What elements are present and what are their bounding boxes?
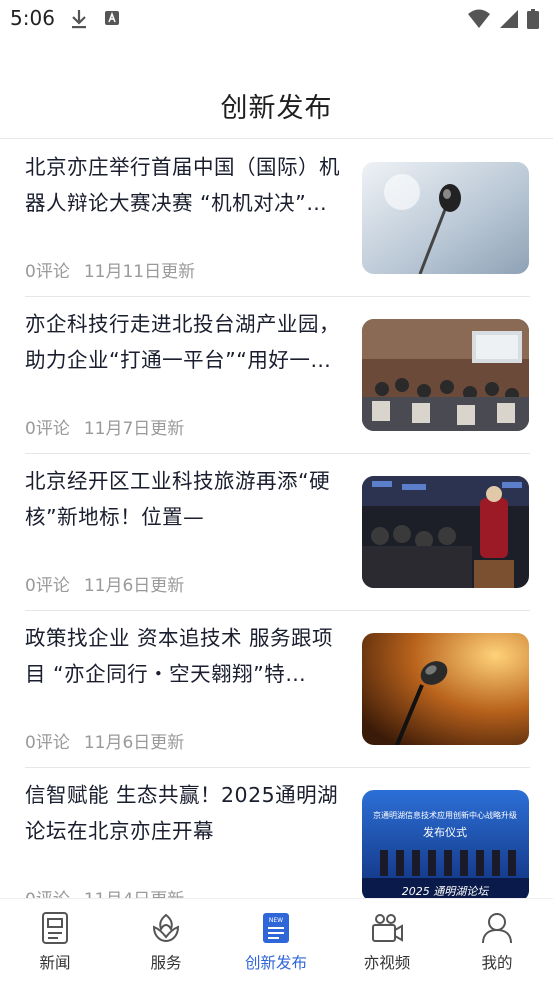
tab-profile[interactable]: 我的 (442, 911, 552, 973)
download-icon (70, 9, 88, 33)
bottom-tab-bar: 新闻 服务 NEW 创新发布 亦视频 我的 (0, 898, 553, 985)
article-thumbnail[interactable] (362, 476, 529, 588)
article-item[interactable]: 政策找企业 资本追技术 服务跟项目 “亦企同行・空天翱翔”特… 0评论 11月6… (25, 610, 530, 768)
news-icon (38, 911, 72, 945)
article-meta: 0评论 11月7日更新 (25, 414, 184, 439)
svg-text:NEW: NEW (269, 917, 283, 924)
comment-count: 0评论 (25, 885, 70, 899)
comment-count: 0评论 (25, 419, 70, 439)
article-title[interactable]: 北京亦庄举行首届中国（国际）机器人辩论大赛决赛 “机机对决”… (25, 149, 353, 221)
update-date: 11月11日更新 (83, 262, 196, 282)
article-title[interactable]: 亦企科技行走进北投台湖产业园，助力企业“打通一平台”“用好一… (25, 306, 353, 378)
tab-label: 我的 (481, 954, 513, 972)
article-item[interactable]: 信智赋能 生态共赢！2025通明湖论坛在北京亦庄开幕 0评论 11月4日更新 京… (25, 767, 530, 899)
comment-count: 0评论 (25, 733, 70, 753)
article-thumbnail[interactable]: 京通明湖信息技术应用创新中心战略升级 发布仪式 2025 通明湖论坛 (362, 790, 529, 899)
page-header: 创新发布 (0, 70, 553, 139)
thumb-forum-line2: 发布仪式 (423, 825, 467, 839)
article-feed[interactable]: 北京亦庄举行首届中国（国际）机器人辩论大赛决赛 “机机对决”… 0评论 11月1… (0, 139, 553, 899)
status-time: 5:06 (10, 6, 55, 30)
tab-video[interactable]: 亦视频 (332, 911, 442, 973)
article-item[interactable]: 北京经开区工业科技旅游再添“硬核”新地标！位置— 0评论 11月6日更新 (25, 453, 530, 611)
tab-service[interactable]: 服务 (111, 911, 221, 973)
tab-news[interactable]: 新闻 (0, 911, 110, 973)
article-thumbnail[interactable] (362, 633, 529, 745)
article-title[interactable]: 信智赋能 生态共赢！2025通明湖论坛在北京亦庄开幕 (25, 777, 353, 849)
article-title[interactable]: 北京经开区工业科技旅游再添“硬核”新地标！位置— (25, 463, 353, 535)
status-bar: 5:06 (0, 0, 553, 38)
update-date: 11月6日更新 (83, 733, 185, 753)
video-icon (370, 911, 404, 945)
article-title[interactable]: 政策找企业 资本追技术 服务跟项目 “亦企同行・空天翱翔”特… (25, 620, 353, 692)
tab-label: 新闻 (39, 954, 71, 972)
battery-icon (527, 9, 539, 33)
comment-count: 0评论 (25, 262, 70, 282)
update-date: 11月7日更新 (83, 419, 185, 439)
article-thumbnail[interactable] (362, 319, 529, 431)
update-date: 11月6日更新 (83, 576, 185, 596)
tab-label: 创新发布 (244, 954, 307, 972)
wifi-icon (467, 9, 491, 33)
article-meta: 0评论 11月4日更新 (25, 885, 184, 899)
article-item[interactable]: 亦企科技行走进北投台湖产业园，助力企业“打通一平台”“用好一… 0评论 11月7… (25, 296, 530, 454)
tab-innovation-release[interactable]: NEW 创新发布 (221, 911, 331, 973)
tab-label: 亦视频 (363, 954, 411, 972)
article-meta: 0评论 11月11日更新 (25, 257, 195, 282)
article-meta: 0评论 11月6日更新 (25, 728, 184, 753)
article-meta: 0评论 11月6日更新 (25, 571, 184, 596)
app-notification-icon (104, 9, 120, 33)
article-thumbnail[interactable] (362, 162, 529, 274)
thumb-forum-banner: 2025 通明湖论坛 (402, 885, 489, 898)
innovation-icon: NEW (259, 911, 293, 945)
signal-icon (499, 9, 519, 33)
tab-label: 服务 (150, 954, 182, 972)
article-item[interactable]: 北京亦庄举行首届中国（国际）机器人辩论大赛决赛 “机机对决”… 0评论 11月1… (25, 139, 530, 297)
service-icon (149, 911, 183, 945)
update-date: 11月4日更新 (84, 885, 184, 899)
profile-icon (480, 911, 514, 945)
thumb-forum-line1: 京通明湖信息技术应用创新中心战略升级 (373, 810, 517, 820)
page-title: 创新发布 (220, 93, 333, 124)
comment-count: 0评论 (25, 576, 70, 596)
